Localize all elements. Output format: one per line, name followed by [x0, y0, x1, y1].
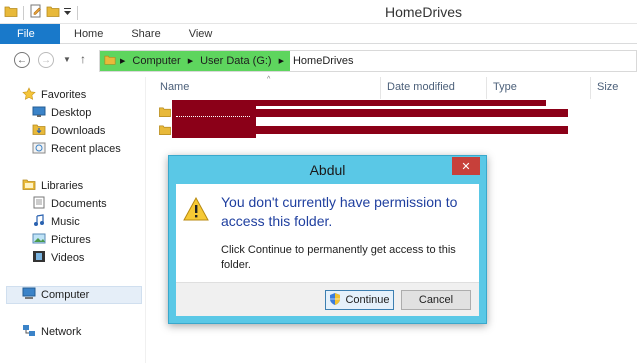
- tab-file[interactable]: File: [0, 24, 60, 44]
- sidebar-item-label: Recent places: [51, 143, 121, 155]
- redaction-bar: [256, 126, 568, 134]
- desktop-icon: [32, 106, 46, 121]
- continue-label: Continue: [345, 294, 390, 306]
- column-divider[interactable]: [590, 77, 591, 99]
- sidebar-item-label: Music: [51, 216, 80, 228]
- forward-button[interactable]: →: [38, 52, 54, 68]
- sidebar-item-label: Downloads: [51, 125, 106, 137]
- close-button[interactable]: ✕: [452, 157, 480, 175]
- sidebar-item-label: Libraries: [41, 180, 84, 192]
- redaction-bar: [256, 109, 568, 117]
- sidebar-item-label: Computer: [41, 289, 90, 301]
- tab-share[interactable]: Share: [117, 24, 174, 44]
- sidebar-item-computer[interactable]: Computer: [6, 286, 142, 304]
- tab-view[interactable]: View: [175, 24, 227, 44]
- network-icon: [22, 324, 36, 340]
- column-header-name[interactable]: Name: [160, 81, 189, 93]
- sidebar-item-network[interactable]: Network: [22, 323, 81, 341]
- address-breadcrumb-highlight: ▶ Computer ▶ User Data (G:) ▶: [100, 51, 290, 71]
- folder-icon: [158, 106, 172, 121]
- recent-locations-chevron-icon[interactable]: ▼: [63, 55, 71, 64]
- folder-icon: [104, 54, 116, 69]
- window-title: HomeDrives: [384, 4, 462, 20]
- sidebar-item-downloads[interactable]: Downloads: [32, 122, 105, 140]
- sidebar-item-label: Videos: [51, 252, 85, 264]
- address-bar[interactable]: ▶ Computer ▶ User Data (G:) ▶ HomeDrives: [99, 50, 637, 72]
- computer-icon: [22, 287, 36, 303]
- sidebar-item-label: Pictures: [51, 234, 91, 246]
- back-button[interactable]: ←: [14, 52, 30, 68]
- dialog-message: You don't currently have permission to a…: [221, 194, 458, 229]
- videos-icon: [32, 250, 46, 266]
- shield-icon: [329, 292, 341, 308]
- title-bar: HomeDrives: [0, 0, 637, 24]
- column-divider[interactable]: [380, 77, 381, 99]
- sidebar-item-documents[interactable]: Documents: [32, 195, 107, 213]
- close-icon: ✕: [461, 160, 471, 173]
- up-arrow-icon[interactable]: ↑: [80, 52, 86, 66]
- star-icon: [22, 86, 36, 104]
- permission-dialog: Abdul ✕ You don't currently have permiss…: [168, 155, 487, 324]
- sidebar-item-pictures[interactable]: Pictures: [32, 231, 91, 249]
- warning-icon: [183, 196, 209, 224]
- sidebar-item-recent-places[interactable]: Recent places: [32, 140, 121, 158]
- recent-places-icon: [32, 141, 46, 157]
- sidebar-item-label: Network: [41, 326, 82, 338]
- breadcrumb-user-data-drive[interactable]: User Data (G:): [197, 51, 275, 71]
- focus-outline: [176, 116, 250, 117]
- cancel-label: Cancel: [418, 294, 454, 306]
- breadcrumb-separator-icon[interactable]: ▶: [184, 57, 197, 65]
- breadcrumb-computer[interactable]: Computer: [129, 51, 183, 71]
- sort-caret-icon: ^: [267, 76, 271, 83]
- breadcrumb-separator-icon[interactable]: ▶: [275, 57, 288, 65]
- documents-icon: [32, 196, 46, 212]
- breadcrumb-homedrives[interactable]: HomeDrives: [290, 51, 357, 71]
- sidebar-item-label: Documents: [51, 198, 107, 210]
- dialog-detail: Click Continue to permanently get access…: [221, 244, 456, 271]
- dialog-body: You don't currently have permission to a…: [176, 184, 479, 316]
- dialog-footer: Continue Cancel: [176, 282, 479, 316]
- column-header-date-modified[interactable]: Date modified: [387, 81, 455, 93]
- pictures-icon: [32, 232, 46, 248]
- column-header-type[interactable]: Type: [493, 81, 517, 93]
- cancel-button[interactable]: Cancel: [401, 290, 471, 310]
- dialog-title: Abdul: [309, 162, 346, 178]
- redaction-bar: [172, 106, 256, 138]
- sidebar-item-label: Favorites: [41, 89, 87, 101]
- sidebar-item-favorites[interactable]: Favorites: [22, 86, 86, 104]
- navigation-pane: Favorites Desktop Downloads Recent place…: [0, 77, 146, 363]
- folder-icon: [158, 124, 172, 139]
- arrow-right-icon: →: [41, 54, 51, 66]
- sidebar-item-music[interactable]: Music: [32, 213, 80, 231]
- sidebar-item-libraries[interactable]: Libraries: [22, 177, 83, 195]
- downloads-folder-icon: [32, 123, 46, 139]
- music-note-icon: [32, 214, 46, 230]
- sidebar-item-videos[interactable]: Videos: [32, 249, 84, 267]
- navigation-bar: ← → ▼ ↑ ▶ Computer ▶ User Data (G:) ▶ Ho…: [0, 44, 637, 77]
- ribbon-tabs: File Home Share View: [0, 24, 637, 44]
- column-header-size[interactable]: Size: [597, 81, 618, 93]
- file-list-header: Name ^ Date modified Type Size: [146, 76, 637, 99]
- sidebar-item-label: Desktop: [51, 107, 92, 119]
- arrow-left-icon: ←: [17, 54, 27, 66]
- libraries-icon: [22, 178, 36, 194]
- column-divider[interactable]: [486, 77, 487, 99]
- sidebar-item-desktop[interactable]: Desktop: [32, 104, 91, 122]
- tab-home[interactable]: Home: [60, 24, 117, 44]
- continue-button[interactable]: Continue: [325, 290, 394, 310]
- breadcrumb-separator-icon[interactable]: ▶: [116, 57, 129, 65]
